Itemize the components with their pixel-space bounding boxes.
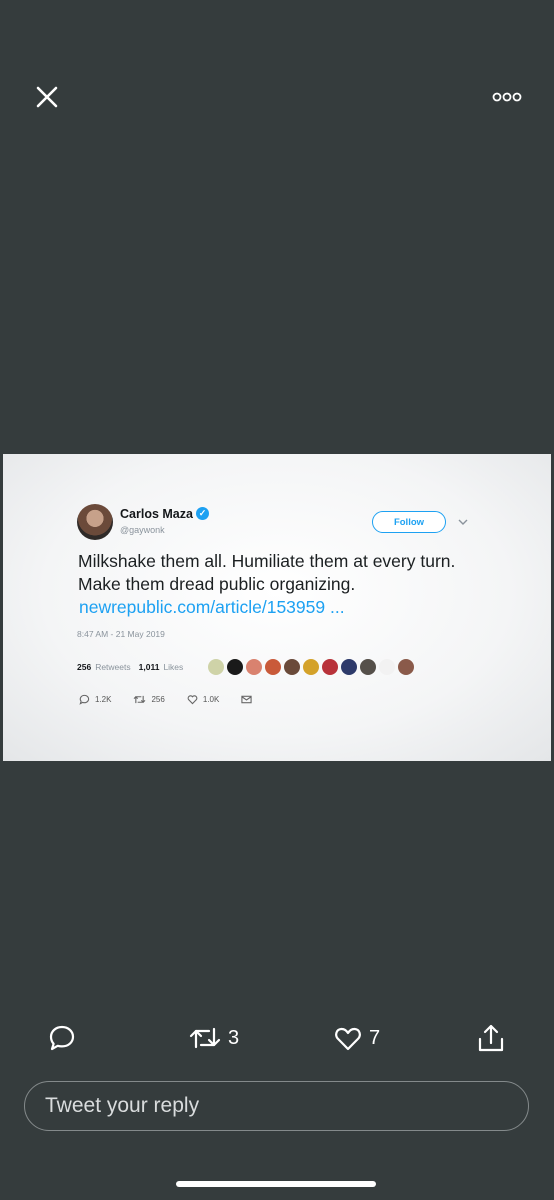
close-icon	[36, 86, 58, 108]
reply-composer[interactable]	[24, 1081, 529, 1131]
more-options-button[interactable]	[488, 85, 526, 109]
avatar	[284, 659, 300, 675]
retweets-label: Retweets	[95, 662, 131, 672]
home-indicator[interactable]	[176, 1181, 376, 1187]
tweet-link: newrepublic.com/article/153959 ...	[79, 597, 345, 617]
avatar	[208, 659, 224, 675]
reply-count: 1.2K	[95, 695, 112, 704]
author-handle: @gaywonk	[120, 525, 165, 535]
tweet-stats: 256 Retweets 1,011 Likes	[77, 662, 183, 672]
avatar	[246, 659, 262, 675]
retweet-count: 256	[151, 695, 165, 704]
reply-icon	[79, 694, 90, 705]
avatar	[303, 659, 319, 675]
retweet-icon	[189, 1027, 221, 1049]
verified-badge-icon: ✓	[196, 507, 209, 520]
retweet-count: 3	[228, 1026, 240, 1049]
heart-icon	[335, 1027, 361, 1051]
author-avatar	[77, 504, 113, 540]
avatar	[265, 659, 281, 675]
avatar	[360, 659, 376, 675]
share-icon	[478, 1024, 504, 1052]
like-count: 1.0K	[202, 695, 220, 704]
more-options-icon	[492, 92, 522, 102]
mail-icon	[241, 695, 252, 704]
reply-icon	[49, 1025, 75, 1051]
liker-avatars	[208, 659, 414, 675]
avatar	[227, 659, 243, 675]
tweet-text: Milkshake them all. Humiliate them at ev…	[78, 551, 456, 594]
close-button[interactable]	[30, 80, 64, 114]
tweet-timestamp: 8:47 AM - 21 May 2019	[77, 629, 165, 639]
share-button[interactable]	[477, 1022, 505, 1054]
avatar	[341, 659, 357, 675]
likes-label: Likes	[163, 662, 184, 672]
retweets-count: 256	[77, 662, 92, 672]
reply-input[interactable]	[43, 1093, 528, 1119]
heart-icon	[187, 695, 198, 705]
tweet-actions-row: 1.2K 256 1.0K	[79, 694, 274, 705]
reply-button[interactable]	[47, 1022, 77, 1054]
like-button[interactable]: 7	[333, 1022, 380, 1054]
avatar	[398, 659, 414, 675]
avatar	[379, 659, 395, 675]
media-image[interactable]: Carlos Maza ✓ @gaywonk Follow Milkshake …	[3, 454, 551, 761]
like-count: 7	[369, 1026, 381, 1049]
author-name: Carlos Maza	[120, 507, 193, 521]
follow-button: Follow	[372, 511, 446, 533]
retweet-icon	[134, 695, 146, 704]
chevron-down-icon	[458, 519, 468, 525]
avatar	[322, 659, 338, 675]
retweet-button[interactable]: 3	[188, 1022, 239, 1054]
likes-count: 1,011	[138, 662, 160, 672]
